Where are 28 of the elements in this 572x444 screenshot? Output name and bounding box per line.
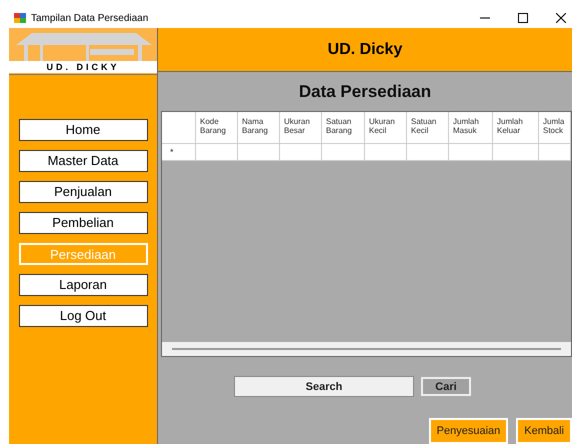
- column-header[interactable]: Kode Barang: [196, 112, 238, 143]
- search-button[interactable]: Cari: [421, 377, 471, 396]
- nav-button[interactable]: Penjualan: [18, 181, 148, 203]
- column-header[interactable]: Satuan Barang: [322, 112, 365, 143]
- nav-button[interactable]: Pembelian: [18, 212, 148, 234]
- nav-button[interactable]: Master Data: [18, 150, 148, 172]
- maximize-icon[interactable]: [518, 13, 528, 23]
- app-icon: [14, 12, 26, 24]
- logo-caption: UD. DICKY: [9, 61, 157, 73]
- column-header[interactable]: Ukuran Kecil: [365, 112, 407, 143]
- header-title: UD. Dicky: [328, 40, 402, 60]
- column-header[interactable]: Jumlah Masuk: [449, 112, 493, 143]
- column-header[interactable]: Jumlah Keluar: [493, 112, 539, 143]
- content-title: Data Persediaan: [298, 80, 432, 103]
- nav-button[interactable]: Home: [18, 119, 148, 141]
- nav-button[interactable]: Log Out: [18, 305, 148, 327]
- column-header[interactable]: Satuan Kecil: [407, 112, 449, 143]
- search-field[interactable]: Search: [234, 376, 414, 397]
- column-header[interactable]: Ukuran Besar: [280, 112, 322, 143]
- nav-button[interactable]: Laporan: [18, 274, 148, 296]
- action-button[interactable]: Kembali: [516, 418, 572, 444]
- action-button[interactable]: Penyesuaian: [428, 418, 508, 444]
- close-icon[interactable]: [556, 13, 566, 23]
- minimize-icon[interactable]: [480, 17, 490, 19]
- column-header[interactable]: Jumla Stock: [539, 112, 571, 143]
- window-title: Tampilan Data Persediaan: [31, 12, 148, 26]
- column-header[interactable]: Nama Barang: [238, 112, 280, 143]
- horizontal-scrollbar[interactable]: [162, 342, 571, 356]
